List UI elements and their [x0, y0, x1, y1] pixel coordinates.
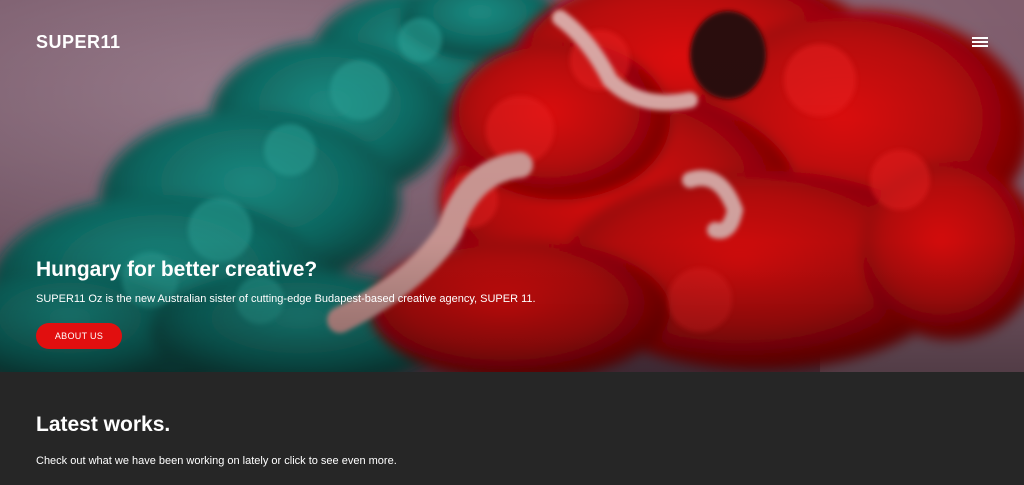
logo[interactable]: SUPER11 — [36, 32, 121, 53]
hamburger-menu-icon[interactable] — [966, 32, 994, 52]
hero-section: SUPER11 Hungary for better creative? SUP… — [0, 0, 1024, 372]
hero-copy: Hungary for better creative? SUPER11 Oz … — [36, 256, 736, 307]
hero-description: SUPER11 Oz is the new Australian sister … — [36, 293, 536, 305]
about-us-button[interactable]: ABOUT US — [36, 323, 122, 349]
hero-title: Hungary for better creative? — [36, 258, 318, 281]
section-title: Latest works. — [36, 413, 171, 436]
section-description: Check out what we have been working on l… — [36, 455, 397, 467]
latest-works-section: Latest works. Check out what we have bee… — [0, 372, 1024, 485]
navbar: SUPER11 — [0, 0, 1024, 84]
page: SUPER11 Hungary for better creative? SUP… — [0, 0, 1024, 485]
